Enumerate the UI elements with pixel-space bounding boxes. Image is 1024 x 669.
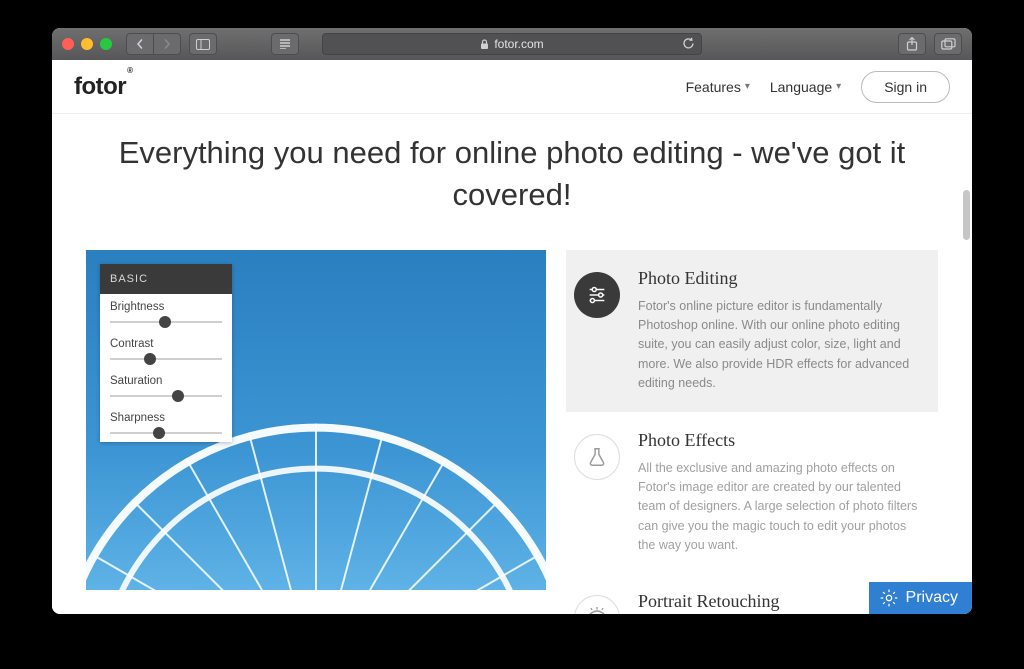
url-text: fotor.com: [494, 37, 543, 51]
privacy-label: Privacy: [906, 589, 958, 607]
slider-track[interactable]: [110, 321, 222, 323]
back-button[interactable]: [126, 33, 154, 55]
reader-button[interactable]: [271, 33, 299, 55]
signin-button[interactable]: Sign in: [861, 71, 950, 103]
slider-knob[interactable]: [153, 427, 165, 439]
page-viewport: fotor® Features ▾ Language ▾ Sign in Eve…: [52, 60, 972, 614]
chevron-down-icon: ▾: [745, 81, 750, 92]
slider-track[interactable]: [110, 432, 222, 434]
logo-reg-mark: ®: [127, 66, 132, 75]
slider-knob[interactable]: [172, 390, 184, 402]
nav-features[interactable]: Features ▾: [686, 79, 750, 95]
address-bar[interactable]: fotor.com: [322, 33, 702, 55]
feature-title: Photo Effects: [638, 430, 920, 451]
window-minimize-button[interactable]: [81, 38, 93, 50]
feature-item[interactable]: Photo Editing Fotor's online picture edit…: [566, 250, 938, 412]
slider-row: Contrast: [100, 331, 232, 368]
slider-knob[interactable]: [159, 316, 171, 328]
feature-body: Photo Editing Fotor's online picture edit…: [638, 268, 920, 394]
window-close-button[interactable]: [62, 38, 74, 50]
sliders-icon: [574, 272, 620, 318]
slider-label: Contrast: [110, 338, 222, 350]
share-button[interactable]: [898, 33, 926, 55]
privacy-badge[interactable]: Privacy: [869, 582, 972, 614]
nav-back-forward: [122, 33, 181, 55]
slider-label: Saturation: [110, 375, 222, 387]
logo-text: fotor: [74, 73, 126, 100]
feature-desc: Fotor's online picture editor is fundame…: [638, 297, 920, 394]
lock-icon: [480, 39, 489, 50]
features-list: Photo Editing Fotor's online picture edit…: [566, 250, 938, 614]
feature-title: Photo Editing: [638, 268, 920, 289]
nav-features-label: Features: [686, 79, 741, 95]
logo[interactable]: fotor®: [74, 73, 132, 101]
reload-icon[interactable]: [682, 37, 695, 50]
slider-row: Saturation: [100, 368, 232, 405]
nav-language[interactable]: Language ▾: [770, 79, 841, 95]
slider-knob[interactable]: [144, 353, 156, 365]
slider-row: Brightness: [100, 294, 232, 331]
forward-button[interactable]: [153, 33, 181, 55]
feature-item[interactable]: Photo Effects All the exclusive and amazi…: [566, 412, 938, 574]
gear-icon: [879, 588, 899, 608]
slider-label: Brightness: [110, 301, 222, 313]
window-zoom-button[interactable]: [100, 38, 112, 50]
hero-headline: Everything you need for online photo edi…: [92, 132, 932, 216]
site-header: fotor® Features ▾ Language ▾ Sign in: [52, 60, 972, 114]
content-row: BASIC Brightness Contrast Saturation Sharpn…: [52, 250, 972, 614]
slider-track[interactable]: [110, 395, 222, 397]
browser-window: fotor.com + fotor® Features ▾: [52, 28, 972, 614]
scrollbar-thumb[interactable]: [963, 190, 970, 240]
feature-desc: All the exclusive and amazing photo effe…: [638, 459, 920, 556]
basic-adjustments-panel: BASIC Brightness Contrast Saturation Sharpn…: [100, 264, 232, 442]
feature-preview-image: BASIC Brightness Contrast Saturation Sharpn…: [86, 250, 546, 590]
traffic-lights: [62, 38, 112, 50]
eye-icon: [574, 595, 620, 614]
nav-language-label: Language: [770, 79, 832, 95]
slider-label: Sharpness: [110, 412, 222, 424]
slider-row: Sharpness: [100, 405, 232, 442]
hero: Everything you need for online photo edi…: [52, 114, 972, 250]
chevron-down-icon: ▾: [836, 81, 841, 92]
slider-track[interactable]: [110, 358, 222, 360]
browser-titlebar: fotor.com +: [52, 28, 972, 60]
feature-body: Photo Effects All the exclusive and amazi…: [638, 430, 920, 556]
sidebar-toggle-button[interactable]: [189, 33, 217, 55]
tabs-button[interactable]: [934, 33, 962, 55]
panel-title: BASIC: [100, 264, 232, 294]
flask-icon: [574, 434, 620, 480]
